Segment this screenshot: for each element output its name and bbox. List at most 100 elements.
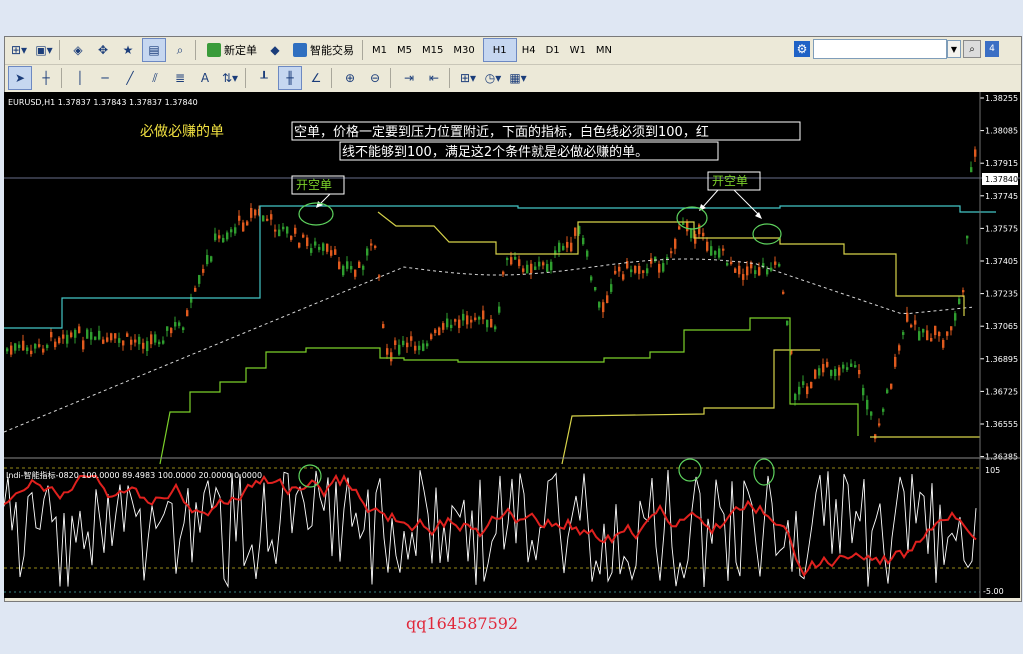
candle-body: [974, 149, 977, 157]
candle-body: [198, 275, 201, 284]
price-tick-label: 1.36895: [985, 355, 1018, 364]
candle-body: [170, 328, 173, 334]
candle-body: [942, 339, 945, 348]
period-mn[interactable]: MN: [591, 45, 617, 56]
period-m15[interactable]: M15: [417, 45, 448, 56]
candle-body: [110, 333, 113, 341]
candle-body: [530, 263, 533, 274]
candle-body: [890, 383, 893, 389]
indicators-icon[interactable]: ⊞▾: [457, 67, 479, 89]
candle-body: [502, 271, 505, 275]
osc-scale-bottom: -5.00: [983, 587, 1004, 596]
chevron-down-icon[interactable]: ▼: [947, 40, 961, 58]
search-input[interactable]: [813, 39, 947, 59]
gear-icon[interactable]: ⚙: [794, 41, 810, 57]
crosshair-icon[interactable]: ┼: [35, 67, 57, 89]
candle-body: [174, 322, 177, 327]
candle-body: [70, 332, 73, 338]
period-h4[interactable]: H4: [517, 45, 541, 56]
candle-body: [354, 269, 357, 277]
candle-body: [6, 348, 9, 352]
new-order-button[interactable]: 新定单: [203, 39, 261, 61]
candle-body: [374, 245, 377, 248]
expert-trading-button[interactable]: 智能交易: [289, 39, 358, 61]
channel-icon[interactable]: ⫽: [144, 67, 166, 89]
candle-body: [794, 393, 797, 401]
period-h1[interactable]: H1: [482, 38, 517, 62]
candle-body: [262, 215, 265, 222]
candle-body: [26, 347, 29, 351]
candlestick-icon[interactable]: ╫: [278, 66, 302, 90]
price-tick-label: 1.37745: [985, 192, 1018, 201]
candle-body: [414, 345, 417, 351]
arrows-icon[interactable]: ⇅▾: [219, 67, 241, 89]
text-icon[interactable]: A: [194, 67, 216, 89]
navigator-icon[interactable]: ★: [117, 39, 139, 61]
candle-body: [366, 248, 369, 256]
period-m30[interactable]: M30: [448, 45, 479, 56]
candle-body: [438, 327, 441, 336]
candle-body: [514, 256, 517, 260]
candle-body: [766, 269, 769, 275]
cursor-icon[interactable]: ➤: [8, 66, 32, 90]
candle-body: [214, 233, 217, 241]
fibonacci-icon[interactable]: ≣: [169, 67, 191, 89]
candle-body: [290, 235, 293, 240]
candle-body: [318, 247, 321, 250]
autoscroll-icon[interactable]: ⇥: [398, 67, 420, 89]
candle-body: [582, 237, 585, 245]
period-m5[interactable]: M5: [392, 45, 417, 56]
candle-body: [718, 248, 721, 258]
candle-body: [602, 302, 605, 313]
candle-body: [702, 232, 705, 237]
candle-body: [206, 255, 209, 265]
candle-body: [102, 339, 105, 344]
market-watch-button[interactable]: ◈: [67, 39, 89, 61]
metaeditor-icon[interactable]: ◆: [264, 39, 286, 61]
chart-shift-icon[interactable]: ⇤: [423, 67, 445, 89]
mailbox-badge[interactable]: 4: [985, 41, 999, 57]
candle-body: [698, 224, 701, 235]
candle-body: [230, 229, 233, 233]
zoom-out-icon[interactable]: ⊖: [364, 67, 386, 89]
new-chart-button[interactable]: ⊞▾: [8, 39, 30, 61]
candle-body: [202, 268, 205, 273]
candle-body: [266, 218, 269, 221]
trendline-icon[interactable]: ╱: [119, 67, 141, 89]
candle-body: [722, 248, 725, 251]
data-window-icon[interactable]: ✥: [92, 39, 114, 61]
price-tick-label: 1.37405: [985, 257, 1018, 266]
period-d1[interactable]: D1: [541, 45, 565, 56]
strategy-tester-icon[interactable]: ⌕: [169, 39, 191, 61]
terminal-icon[interactable]: ▤: [142, 38, 166, 62]
candle-body: [538, 261, 541, 267]
candle-body: [878, 423, 881, 426]
vertical-line-icon[interactable]: │: [69, 67, 91, 89]
candle-body: [14, 343, 17, 351]
candle-body: [810, 381, 813, 389]
profiles-button[interactable]: ▣▾: [33, 39, 55, 61]
search-icon[interactable]: ⌕: [963, 40, 981, 58]
price-tick-label: 1.37235: [985, 290, 1018, 299]
line-chart-icon[interactable]: ∠: [305, 67, 327, 89]
candle-body: [150, 334, 153, 345]
candle-body: [758, 267, 761, 276]
candle-body: [322, 243, 325, 251]
candle-body: [646, 268, 649, 274]
bar-chart-icon[interactable]: ┸: [253, 67, 275, 89]
templates-icon[interactable]: ▦▾: [507, 67, 529, 89]
candle-body: [18, 344, 21, 348]
periods-icon[interactable]: ◷▾: [482, 67, 504, 89]
period-m1[interactable]: M1: [367, 45, 392, 56]
candle-body: [146, 341, 149, 352]
candle-body: [90, 332, 93, 340]
candle-body: [430, 334, 433, 340]
chart-area[interactable]: 1.38255 1.38085 1.37915 1.37745 1.37575 1.374…: [4, 92, 1020, 598]
candle-body: [270, 214, 273, 220]
candle-body: [370, 243, 373, 246]
horizontal-line-icon[interactable]: ─: [94, 67, 116, 89]
zoom-in-icon[interactable]: ⊕: [339, 67, 361, 89]
price-chart[interactable]: 1.38255 1.38085 1.37915 1.37745 1.37575 1.374…: [4, 92, 1020, 598]
candle-body: [726, 262, 729, 266]
period-w1[interactable]: W1: [565, 45, 591, 56]
